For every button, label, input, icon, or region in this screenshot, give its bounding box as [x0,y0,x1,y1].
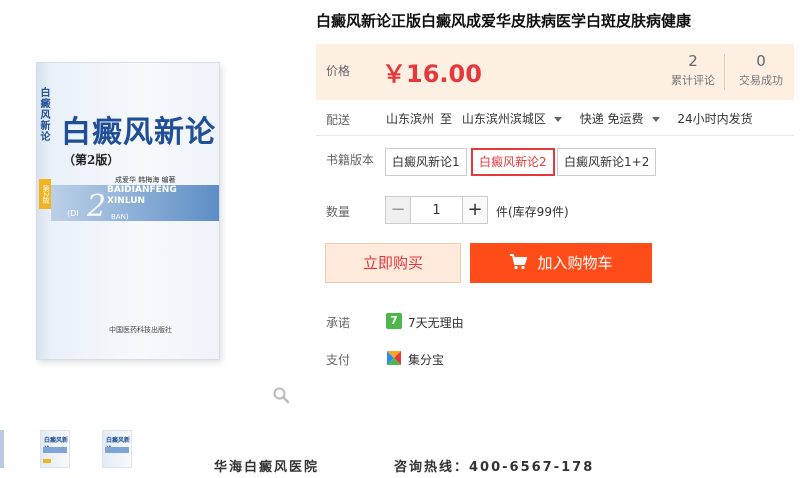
add-to-cart-label: 加入购物车 [537,254,613,272]
promise-label: 承诺 [326,316,351,330]
delivery-row: 山东滨州至 山东滨州滨城区 快递 免运费 24小时内发货 [386,110,759,127]
book-pinyin-line2: XINLUN [107,196,146,206]
seven-day-icon: 7 [386,313,402,329]
cart-icon [510,254,528,270]
shipping-method-select[interactable]: 快递 免运费 [580,112,668,126]
product-title: 白癜风新论正版白癜风成爱华皮肤病医学白斑皮肤病健康 [316,12,692,30]
book-cover-publisher: 中国医药科技出版社 [109,326,172,334]
book-cover-image[interactable]: 白癜风新论 第2版 白癜风新论 （第2版） 成爱华 韩梅海 编著 BAIDIAN… [36,62,220,360]
chevron-down-icon [651,117,660,122]
version-option-1[interactable]: 白癜风新论1 [385,148,467,176]
delivery-label: 配送 [326,113,351,127]
version-option-3[interactable]: 白癜风新论1+2 [557,148,657,176]
quantity-label: 数量 [326,205,351,219]
hotline-text: 咨询热线：400-6567-178 [394,460,595,475]
book-spine-title: 白癜风新论 [38,87,49,142]
buy-now-button[interactable]: 立即购买 [325,243,461,283]
sales-count-label: 交易成功 [739,74,783,87]
thumbnail-1[interactable]: 白癜风新论 [40,430,70,468]
review-count: 2 [688,52,698,70]
stat-divider [724,54,725,90]
book-cover-authors: 成爱华 韩梅海 编著 [115,176,176,184]
version-label: 书籍版本 [326,153,375,167]
payment-text[interactable]: 集分宝 [408,351,444,368]
delivery-from: 山东滨州 [386,112,435,126]
book-pinyin-ban: BAN) [111,213,129,221]
zoom-icon[interactable] [272,386,290,404]
version-option-2[interactable]: 白癜风新论2 [471,148,555,176]
review-count-label: 累计评论 [671,74,715,87]
dispatch-time: 24小时内发货 [677,112,753,126]
price-value: ￥16.00 [382,60,482,88]
delivery-destination-select[interactable]: 山东滨州滨城区 [462,112,570,126]
book-spine-edition: 第2版 [39,179,51,209]
thumbnail-band [43,447,67,453]
book-cover-edition: （第2版） [63,153,120,167]
book-pinyin-line1: BAIDIANFENG [107,185,177,195]
shipping-method: 快递 免运费 [579,112,644,126]
price-panel: 价格 ￥16.00 2 累计评论 0 交易成功 [316,44,794,100]
jifenbao-icon [387,351,401,365]
chevron-down-icon [553,117,562,122]
quantity-decrease-button[interactable]: − [385,196,411,224]
product-image-area[interactable]: 白癜风新论 第2版 白癜风新论 （第2版） 成爱华 韩梅海 编著 BAIDIAN… [0,0,300,410]
stock-text: 件(库存99件) [496,205,569,219]
thumbnail-strip: 白癜风新论 白癜风新论 [0,430,200,470]
divider [316,135,794,136]
book-pinyin-di: (DI [67,209,79,218]
payment-label: 支付 [326,353,351,367]
hospital-banner: 华海白癜风医院 咨询热线：400-6567-178 [200,452,620,475]
book-cover-title: 白癜风新论 [61,115,216,150]
hospital-name: 华海白癜风医院 [214,460,320,475]
sales-count: 0 [756,52,766,70]
sales-count-stat: 0 交易成功 [726,52,796,88]
thumbnail-2[interactable]: 白癜风新论 [102,430,132,468]
price-label: 价格 [326,64,351,78]
promise-text[interactable]: 7天无理由 [408,314,464,331]
thumbnail-band [105,447,129,453]
thumbnail-accent [43,459,51,463]
quantity-increase-button[interactable]: + [462,196,488,224]
quantity-input[interactable] [411,196,462,224]
add-to-cart-button[interactable]: 加入购物车 [470,243,652,283]
book-pinyin-number: 2 [87,189,107,224]
delivery-destination: 山东滨州滨城区 [461,112,546,126]
book-cover-pinyin: BAIDIANFENG XINLUN [107,185,177,207]
review-count-stat[interactable]: 2 累计评论 [658,52,728,88]
delivery-to-word: 至 [440,112,453,126]
